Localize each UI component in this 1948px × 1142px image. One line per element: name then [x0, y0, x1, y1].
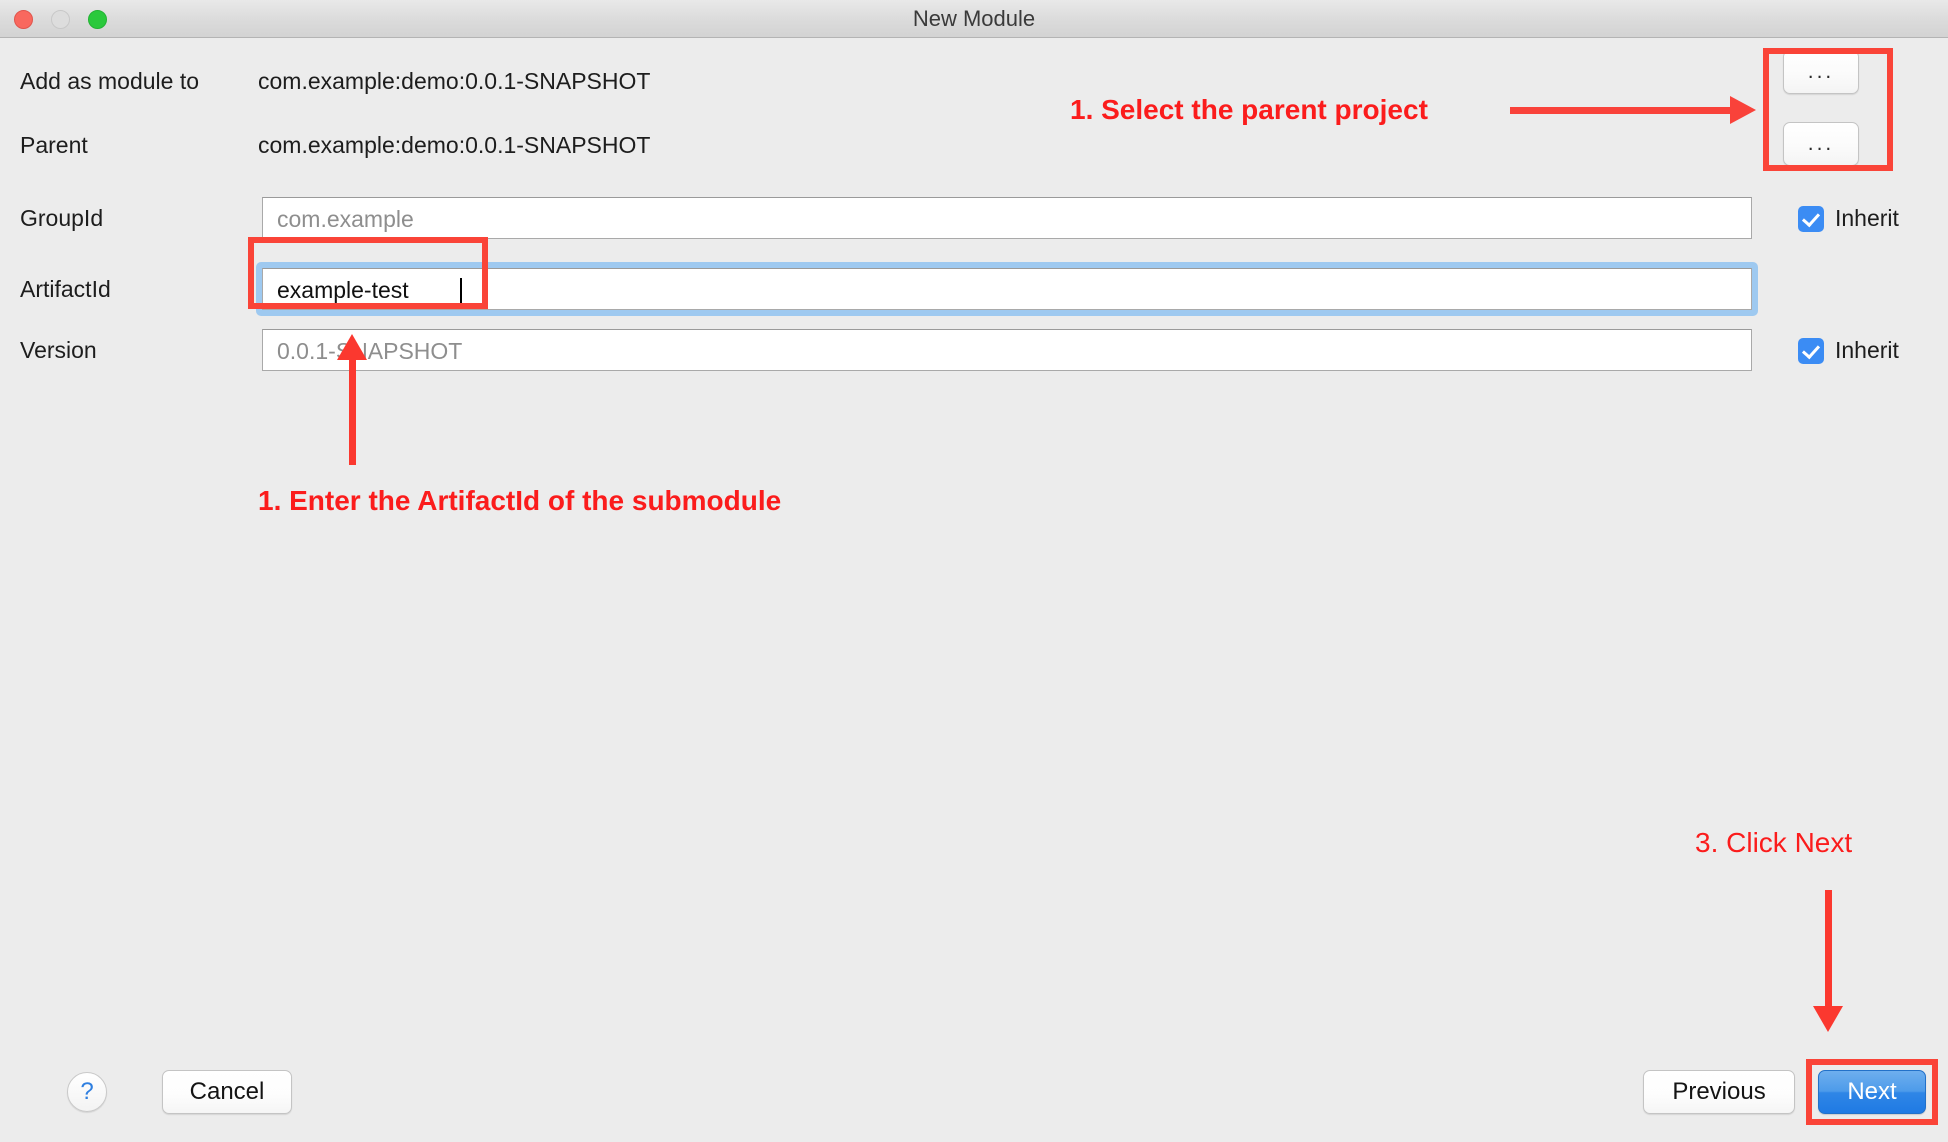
version-inherit-checkbox[interactable]: Inherit — [1798, 337, 1899, 364]
groupid-inherit-label: Inherit — [1835, 205, 1899, 231]
groupid-input-value: com.example — [277, 206, 414, 232]
cancel-button[interactable]: Cancel — [162, 1070, 292, 1114]
version-input[interactable]: 0.0.1-SNAPSHOT — [262, 329, 1752, 371]
annotation-select-parent-project: 1. Select the parent project — [1070, 94, 1428, 125]
artifactid-label: ArtifactId — [20, 276, 111, 302]
groupid-label: GroupId — [20, 205, 104, 231]
annotation-enter-artifactid: 1. Enter the ArtifactId of the submodule — [258, 485, 782, 516]
previous-button[interactable]: Previous — [1643, 1070, 1795, 1114]
annotation-arrowhead-right — [1730, 96, 1756, 124]
version-input-value: 0.0.1-SNAPSHOT — [277, 338, 463, 364]
annotation-rect-artifactid — [248, 237, 488, 309]
parent-label: Parent — [20, 132, 88, 158]
next-button[interactable]: Next — [1818, 1070, 1926, 1114]
help-button[interactable]: ? — [67, 1072, 107, 1112]
title-bar: New Module — [0, 0, 1948, 38]
groupid-inherit-checkbox[interactable]: Inherit — [1798, 205, 1899, 232]
annotation-arrow-line-up — [349, 360, 356, 465]
add-as-module-to-value: com.example:demo:0.0.1-SNAPSHOT — [258, 68, 651, 94]
annotation-arrowhead-down — [1813, 1006, 1843, 1032]
window-title: New Module — [912, 6, 1036, 31]
version-label: Version — [20, 337, 97, 363]
annotation-arrowhead-up — [337, 334, 367, 360]
annotation-click-next: 3. Click Next — [1695, 827, 1853, 858]
groupid-input[interactable]: com.example — [262, 197, 1752, 239]
checkmark-icon — [1798, 205, 1824, 232]
annotation-rect-browse-buttons — [1763, 48, 1893, 171]
add-as-module-to-label: Add as module to — [20, 68, 200, 94]
checkmark-icon — [1798, 337, 1824, 364]
new-module-dialog: New Module Add as module to com.example:… — [0, 0, 1948, 1142]
parent-value: com.example:demo:0.0.1-SNAPSHOT — [258, 132, 651, 158]
annotation-arrow-line-right — [1510, 107, 1732, 114]
version-inherit-label: Inherit — [1835, 337, 1899, 363]
annotation-arrow-line-down — [1825, 890, 1832, 1010]
